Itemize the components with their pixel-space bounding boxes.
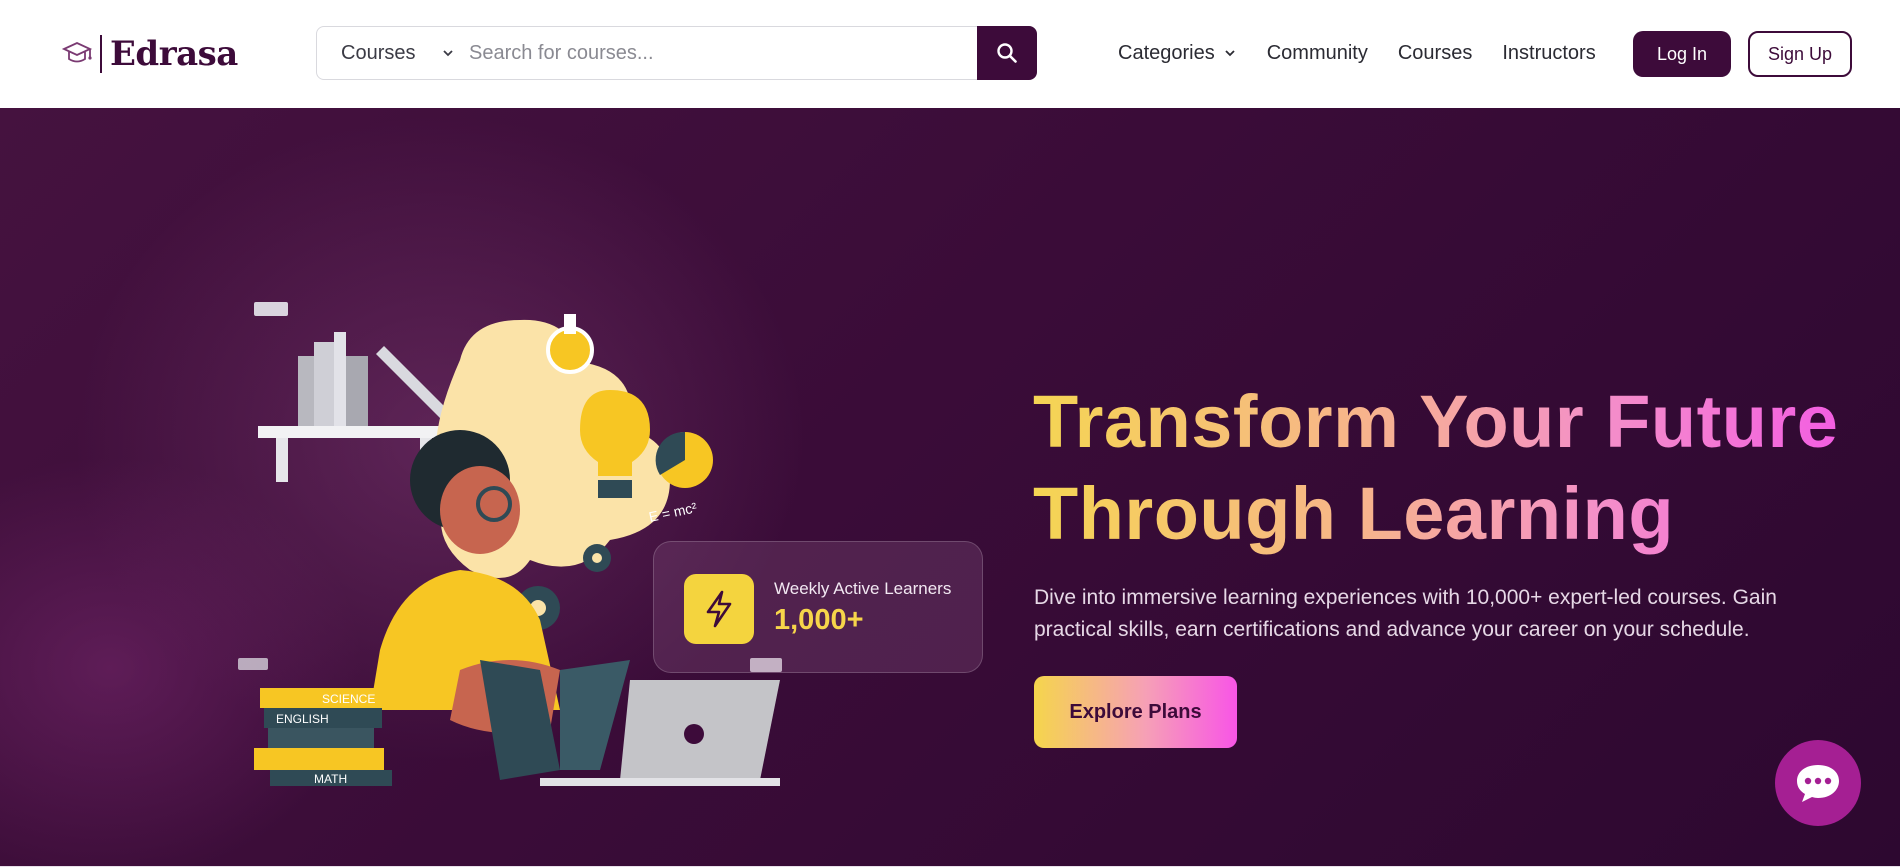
search-bar: Courses <box>316 26 1037 80</box>
stat-icon <box>684 574 754 644</box>
search-button[interactable] <box>977 26 1037 80</box>
search-category-select[interactable]: Courses <box>341 27 455 79</box>
nav-categories-label: Categories <box>1118 41 1215 64</box>
explore-plans-button[interactable]: Explore Plans <box>1034 676 1237 748</box>
login-button[interactable]: Log In <box>1633 31 1731 77</box>
book-label: SCIENCE <box>322 692 375 706</box>
flask-body <box>546 326 594 374</box>
chat-bubble-icon <box>1797 765 1839 802</box>
chevron-down-icon <box>1225 50 1235 57</box>
chat-button[interactable] <box>1775 740 1861 826</box>
logo-text: Edrasa <box>110 34 238 74</box>
chevron-down-icon <box>443 50 454 57</box>
stat-value: 1,000+ <box>774 604 864 636</box>
signup-button[interactable]: Sign Up <box>1748 31 1852 77</box>
floating-note <box>238 658 268 670</box>
book-label: MATH <box>314 772 347 786</box>
floating-note <box>254 302 288 316</box>
main-nav: Categories Community Courses Instructors <box>1118 38 1626 68</box>
search-category-label: Courses <box>341 41 416 64</box>
book <box>268 728 374 748</box>
flask-neck <box>564 314 576 334</box>
nav-courses[interactable]: Courses <box>1398 42 1472 65</box>
hero-headline-line2: Through Learning <box>1033 472 1675 555</box>
book <box>254 748 384 770</box>
search-icon <box>997 43 1017 63</box>
search-input[interactable] <box>469 35 929 71</box>
nav-instructors[interactable]: Instructors <box>1502 42 1595 65</box>
site-header: Edrasa Courses Categories Community Cour… <box>0 0 1900 108</box>
stat-card: Weekly Active Learners 1,000+ <box>653 541 983 673</box>
logo-divider <box>100 35 102 73</box>
hero-subtext: Dive into immersive learning experiences… <box>1034 586 1777 641</box>
stat-label: Weekly Active Learners <box>774 579 952 598</box>
nav-categories[interactable]: Categories <box>1118 42 1237 65</box>
book-label: ENGLISH <box>276 712 329 726</box>
graduation-cap-logo-icon <box>61 42 93 63</box>
nav-community[interactable]: Community <box>1267 42 1368 65</box>
logo[interactable]: Edrasa <box>60 34 238 74</box>
lightbulb-base <box>598 480 632 498</box>
lightning-bolt-icon <box>706 590 732 628</box>
hero-headline: Transform Your Future Through Learning <box>1033 376 1838 560</box>
hero-headline-line1: Transform Your Future <box>1033 380 1839 463</box>
